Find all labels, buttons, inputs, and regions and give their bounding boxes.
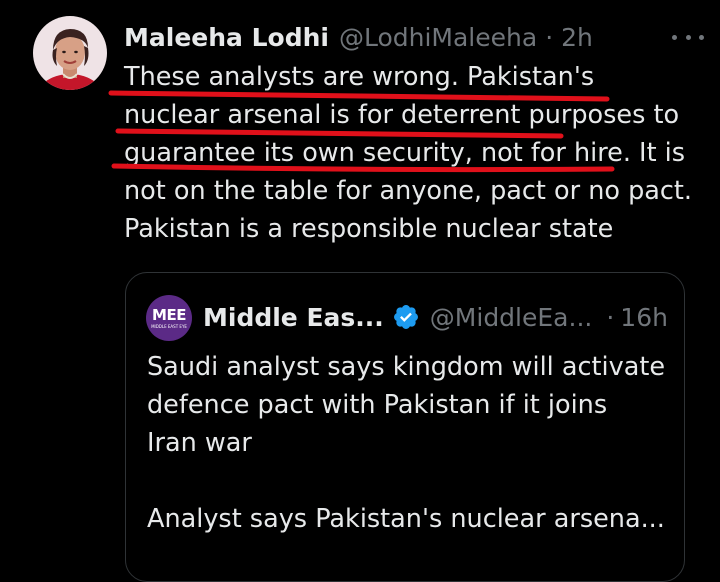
mee-logo-text: MEE [152, 305, 186, 324]
more-horizontal-icon[interactable] [672, 30, 704, 44]
quoted-headline-line: Saudi analyst says kingdom will activate [147, 352, 666, 382]
tweet-text-line: Pakistan is a responsible nuclear state [124, 214, 614, 244]
mee-logo-subtext: MIDDLE EAST EYE [151, 323, 187, 329]
tweet-text-line: These analysts are wrong. Pakistan's [124, 62, 595, 92]
quoted-author-handle[interactable]: @MiddleEa... [430, 303, 593, 332]
quoted-tweet-text: Saudi analyst says kingdom will activate… [147, 348, 677, 538]
tweet-text-line: guarantee its own security, not for hire… [124, 138, 686, 168]
quoted-tweet-card[interactable]: MEE MIDDLE EAST EYE Middle Eas... @Middl… [125, 272, 685, 582]
quoted-author-name[interactable]: Middle Eas... [203, 303, 384, 332]
tweet-text-line: not on the table for anyone, pact or no … [124, 176, 693, 206]
quoted-headline-line: defence pact with Pakistan if it joins [147, 390, 608, 420]
quoted-tweet-timestamp[interactable]: 16h [620, 303, 668, 332]
author-handle[interactable]: @LodhiMaleeha [339, 23, 537, 52]
quoted-headline-line: Iran war [147, 428, 252, 458]
quoted-summary-line: Analyst says Pakistan's nuclear arsena..… [147, 504, 665, 534]
quoted-author-avatar[interactable]: MEE MIDDLE EAST EYE [146, 295, 192, 341]
separator-dot: · [606, 302, 615, 332]
quoted-tweet-header: Middle Eas... @MiddleEa... · 16h [203, 298, 668, 336]
author-name[interactable]: Maleeha Lodhi [124, 23, 329, 52]
tweet-header: Maleeha Lodhi @LodhiMaleeha · 2h [124, 17, 700, 57]
author-avatar[interactable] [33, 16, 107, 90]
tweet-timestamp[interactable]: 2h [561, 23, 593, 52]
person-avatar-icon [33, 16, 107, 90]
separator-dot: · [545, 22, 554, 52]
verified-badge-icon [393, 305, 418, 329]
tweet-text-line: nuclear arsenal is for deterrent purpose… [124, 100, 680, 130]
tweet-text: These analysts are wrong. Pakistan's nuc… [124, 58, 704, 248]
